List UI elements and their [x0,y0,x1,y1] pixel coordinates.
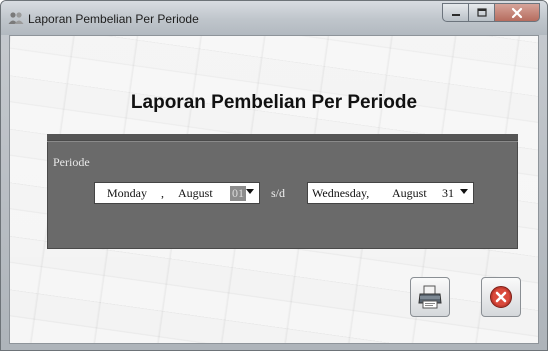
close-circle-icon [490,286,512,308]
start-month: August [178,186,213,200]
close-button[interactable] [481,277,521,317]
end-month: August [392,186,427,200]
panel-divider [47,141,518,142]
printer-icon [418,285,442,309]
group-users-icon [8,12,24,24]
chevron-down-icon[interactable] [460,189,468,194]
window-title: Laporan Pembelian Per Periode [28,12,199,26]
title-bar[interactable]: Laporan Pembelian Per Periode [1,1,547,35]
maximize-icon [476,7,487,17]
range-separator: s/d [271,186,286,200]
minimize-icon [451,13,460,16]
start-separator: , [161,186,164,200]
minimize-button[interactable] [442,3,469,22]
end-day: 31 [442,186,454,200]
close-icon [511,7,523,18]
page-title: Laporan Pembelian Per Periode [130,92,418,113]
close-window-button[interactable] [495,3,540,22]
start-day[interactable]: 01 [230,186,246,201]
periode-panel: Periode Monday , August 01 s/d Wednesday… [47,134,518,249]
content-area: Laporan Pembelian Per Periode Periode Mo… [9,35,539,344]
start-weekday: Monday [107,186,147,200]
start-date-picker[interactable]: Monday , August 01 [94,182,260,204]
maximize-button[interactable] [469,3,495,22]
periode-label: Periode [53,155,90,169]
end-date-picker[interactable]: Wednesday, August 31 [307,182,474,204]
window-controls [442,3,540,23]
print-button[interactable] [410,277,450,317]
report-window: Laporan Pembelian Per Periode Laporan Pe… [0,0,548,351]
chevron-down-icon[interactable] [246,189,254,194]
end-weekday: Wednesday, [312,186,370,200]
